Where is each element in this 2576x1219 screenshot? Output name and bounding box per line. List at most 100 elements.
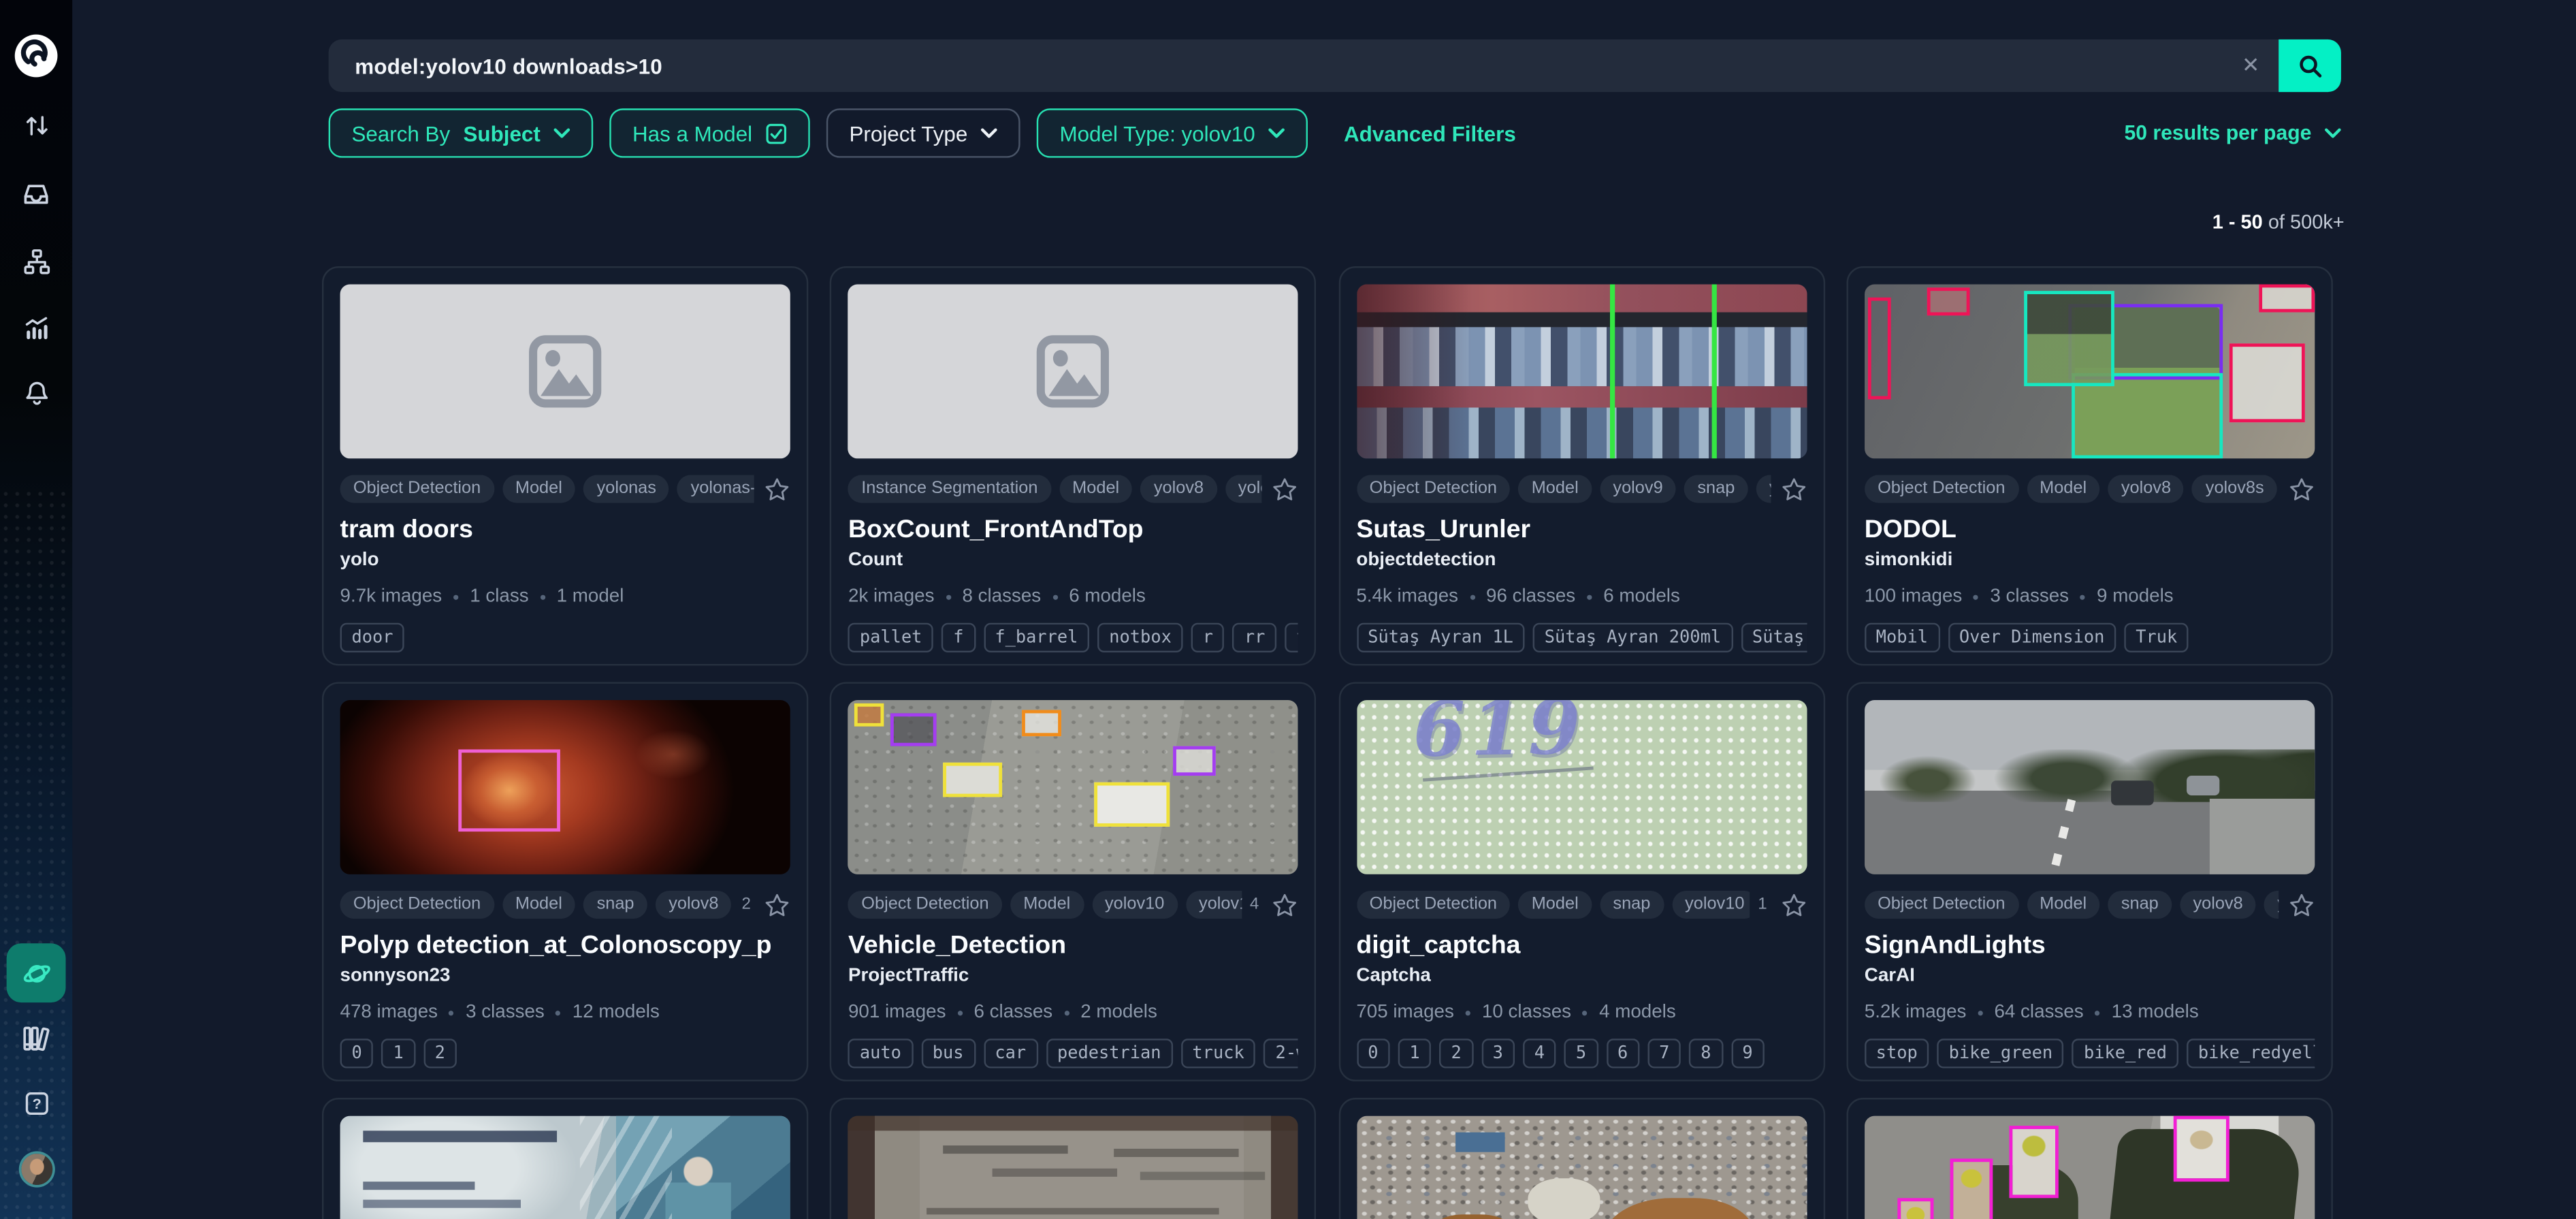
thumbnail-text: 619 (1411, 700, 1585, 774)
helmets-art (2009, 1126, 2058, 1198)
search-bar: model:yolov10 downloads>10 ✕ (329, 39, 2341, 92)
tag-row: Object DetectionModelyolonasyolonas-s (340, 475, 790, 503)
analytics-icon[interactable] (0, 298, 72, 357)
star-icon[interactable] (2288, 891, 2315, 918)
project-type-filter[interactable]: Project Type (826, 108, 1020, 157)
star-icon[interactable] (1272, 891, 1299, 918)
search-by-value: Subject (464, 121, 541, 145)
aerial-art (1174, 746, 1217, 776)
star-icon[interactable] (1780, 891, 1807, 918)
chevron-down-icon (1268, 128, 1285, 138)
search-input[interactable]: model:yolov10 downloads>10 (329, 53, 2223, 78)
has-model-filter[interactable]: Has a Model (609, 108, 809, 157)
star-icon[interactable] (764, 476, 790, 503)
model-type-label: Model Type: yolov10 (1059, 121, 1255, 145)
advanced-filters-link[interactable]: Advanced Filters (1344, 121, 1516, 145)
workflow-icon[interactable] (0, 232, 72, 291)
project-card[interactable] (1846, 1098, 2332, 1219)
class-chip: 7 (1647, 1039, 1681, 1068)
project-thumbnail (340, 700, 790, 874)
sort-arrows-icon[interactable] (0, 95, 72, 155)
class-chip: Mobil (1865, 623, 1939, 652)
tag-row: Object DetectionModelyolov9snapyolov (1356, 475, 1806, 503)
project-card[interactable]: 619Object DetectionModelsnapyolov10yolo1… (1338, 682, 1824, 1081)
project-title: BoxCount_FrontAndTop (848, 516, 1298, 545)
stat-value: 1 model (557, 587, 624, 607)
star-icon[interactable] (1272, 476, 1299, 503)
stat-value: 705 images (1356, 1002, 1454, 1022)
stat-separator-dot (1978, 1010, 1982, 1015)
class-chips: door (340, 623, 790, 652)
project-card[interactable]: Object DetectionModelyolov9snapyolovSuta… (1338, 266, 1824, 665)
stat-value: 478 images (340, 1002, 438, 1022)
document-art (927, 1208, 1220, 1215)
help-icon[interactable]: ? (0, 1073, 72, 1133)
stat-separator-dot (1974, 594, 1978, 599)
roboflow-logo-icon[interactable] (0, 27, 72, 86)
class-chip: 1 (1398, 1039, 1432, 1068)
star-icon[interactable] (2288, 476, 2315, 503)
placeholder-art (1037, 335, 1109, 407)
stat-value: 3 classes (466, 1002, 545, 1022)
project-card[interactable]: Object DetectionModelyolonasyolonas-stra… (322, 266, 808, 665)
tag-row: Instance SegmentationModelyolov8yolov8n (848, 475, 1298, 503)
sidebar-item-universe[interactable] (7, 943, 66, 1002)
bell-icon[interactable] (0, 363, 72, 422)
class-chip: stop (1865, 1039, 1929, 1068)
class-chips: autobuscarpedestriantruck2-wheeler (848, 1039, 1298, 1068)
tag-overflow-count: 4 (1250, 896, 1259, 914)
search-by-filter[interactable]: Search By Subject (329, 108, 593, 157)
traffic-art (2229, 343, 2305, 422)
aerial-art (1095, 782, 1170, 827)
search-button[interactable] (2279, 39, 2341, 92)
clear-search-icon[interactable]: ✕ (2223, 52, 2279, 79)
tag-pill: yolov (1756, 475, 1771, 503)
results-per-page-select[interactable]: 50 results per page (2124, 108, 2340, 157)
avatar[interactable] (21, 1154, 52, 1185)
tag-pill: Object Detection (340, 475, 494, 503)
class-chips: MobilOver DimensionTruk (1865, 623, 2315, 652)
star-icon[interactable] (1780, 476, 1807, 503)
tag-overflow-count: 1 (1758, 896, 1767, 914)
class-chip: bike_redyellow (2187, 1039, 2315, 1068)
class-chip: bike_green (1937, 1039, 2064, 1068)
class-chips: stopbike_greenbike_redbike_redyellow (1865, 1039, 2315, 1068)
stat-separator-dot (1064, 1010, 1069, 1015)
class-chip: 5 (1564, 1039, 1598, 1068)
stat-value: 13 models (2112, 1002, 2199, 1022)
shelf-art (1356, 284, 1471, 458)
project-card[interactable] (1338, 1098, 1824, 1219)
project-thumbnail (848, 700, 1298, 874)
tag-pills: Object DetectionModelsnapyolov8yolov (1865, 891, 2279, 919)
star-icon[interactable] (764, 891, 790, 918)
stat-separator-dot (957, 1010, 962, 1015)
road-art (2111, 780, 2154, 805)
inbox-icon[interactable] (0, 164, 72, 223)
project-card[interactable] (322, 1098, 808, 1219)
tag-pills: Object DetectionModelyolov8yolov8ssna (1865, 475, 2279, 503)
library-icon[interactable] (0, 1009, 72, 1068)
aerial-art (944, 763, 1003, 797)
project-stats: 478 images3 classes12 models (340, 1002, 790, 1022)
tag-pill: Model (1010, 891, 1084, 919)
project-card[interactable]: Object DetectionModelyolov10yolov10ny4Ve… (830, 682, 1316, 1081)
stat-value: 5.4k images (1356, 587, 1458, 607)
class-chip: 6 (1606, 1039, 1639, 1068)
stat-separator-dot (1587, 594, 1592, 599)
project-stats: 2k images8 classes6 models (848, 587, 1298, 607)
project-card[interactable]: Object DetectionModelsnapyolov8yolovSign… (1846, 682, 2332, 1081)
class-chip: r (1191, 623, 1225, 652)
project-card[interactable]: Object DetectionModelsnapyolov8yolov2Pol… (322, 682, 808, 1081)
project-card[interactable] (830, 1098, 1316, 1219)
model-type-filter[interactable]: Model Type: yolov10 (1037, 108, 1308, 157)
project-thumbnail (1356, 284, 1806, 458)
universe-search-page: ? model:yolov10 downloads>10 ✕ Search By… (0, 0, 2576, 1219)
tag-pills: Object DetectionModelyolonasyolonas-s (340, 475, 754, 503)
landfill-art (1455, 1133, 1504, 1152)
project-card[interactable]: Object DetectionModelyolov8yolov8ssnaDOD… (1846, 266, 2332, 665)
stat-separator-dot (556, 1010, 561, 1015)
tag-pill: snap (583, 891, 647, 919)
class-chip: notbox (1097, 623, 1182, 652)
stat-value: 8 classes (962, 587, 1041, 607)
project-card[interactable]: Instance SegmentationModelyolov8yolov8n B… (830, 266, 1316, 665)
